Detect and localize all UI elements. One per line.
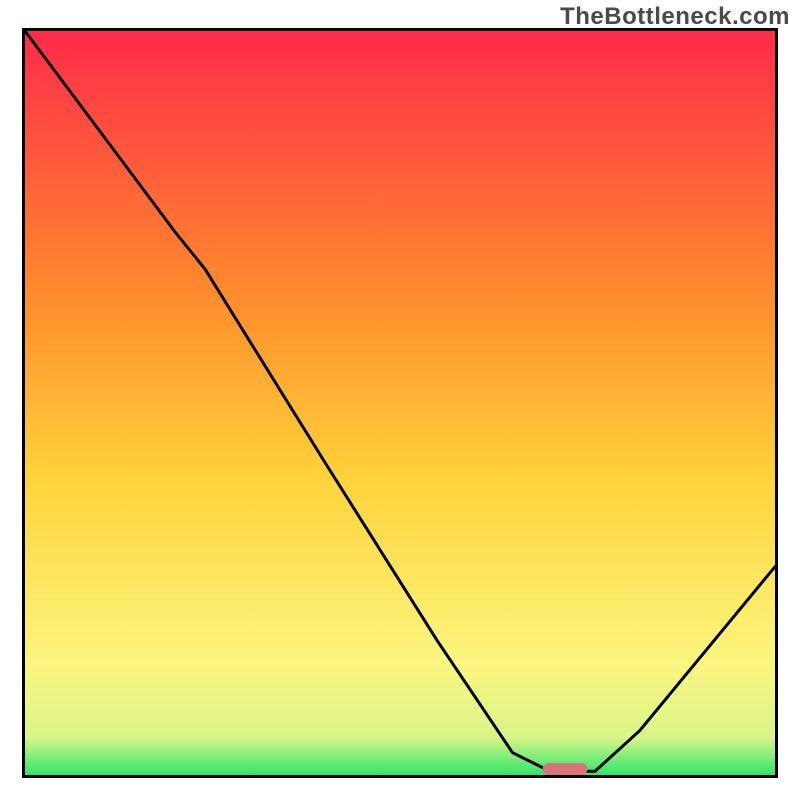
- plot-frame: [22, 28, 778, 778]
- chart-stage: TheBottleneck.com: [0, 0, 800, 800]
- gradient-background: [25, 31, 775, 775]
- watermark-text: TheBottleneck.com: [560, 3, 790, 31]
- optimum-marker: [543, 763, 588, 775]
- plot-svg: [25, 31, 775, 775]
